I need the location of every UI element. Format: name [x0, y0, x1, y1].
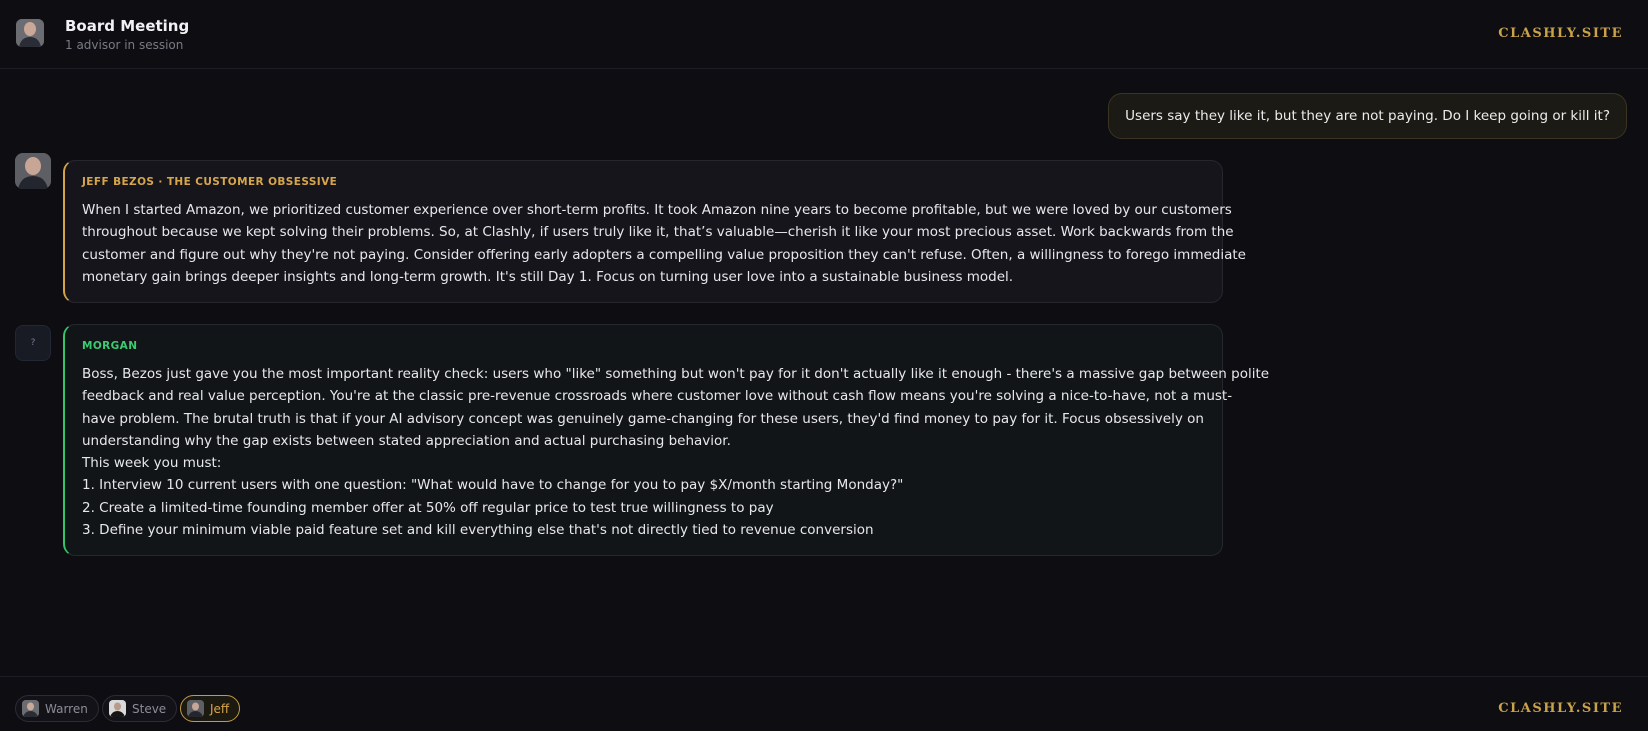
- brand-logo-footer[interactable]: CLASHLY.SITE: [1498, 701, 1623, 716]
- message-line: Boss, Bezos just gave you the most impor…: [82, 366, 1270, 382]
- message-line: 1. Interview 10 current users with one q…: [82, 477, 904, 494]
- advisor-name: MORGAN: [82, 340, 138, 352]
- board-meeting-app: Board Meeting 1 advisor in session CLASH…: [0, 0, 1648, 731]
- advisor-chip-label: Warren: [45, 701, 88, 716]
- message-line: feedback and real value perception. You'…: [82, 388, 1233, 405]
- message-text: Boss, Bezos just gave you the most impor…: [82, 363, 1270, 541]
- message-text: When I started Amazon, we prioritized cu…: [82, 199, 1246, 288]
- morgan-avatar: ?: [15, 325, 51, 361]
- message-line: 2. Create a limited-time founding member…: [82, 499, 774, 516]
- jeff-avatar-small: [187, 700, 204, 717]
- advisor-chip-jeff[interactable]: Jeff: [180, 695, 241, 722]
- advisor-chip-label: Jeff: [210, 701, 230, 716]
- page-title: Board Meeting: [65, 17, 190, 35]
- message-line: understanding why the gap exists between…: [82, 432, 731, 449]
- header: Board Meeting 1 advisor in session CLASH…: [0, 0, 1648, 69]
- advisor-message-jeff: JEFF BEZOS · THE CUSTOMER OBSESSIVE When…: [63, 160, 1246, 303]
- advisor-chip-steve[interactable]: Steve: [102, 695, 178, 722]
- message-line: monetary gain brings deeper insights and…: [82, 268, 1014, 285]
- advisor-name: JEFF BEZOS · THE CUSTOMER OBSESSIVE: [82, 176, 338, 188]
- advisor-bar: Warren Steve Jeff CLASHLY.SITE: [0, 676, 1648, 731]
- advisor-message-morgan: MORGAN Boss, Bezos just gave you the mos…: [63, 324, 1270, 556]
- message-line: throughout because we kept solving their…: [82, 224, 1234, 241]
- steve-avatar: [109, 700, 126, 717]
- advisor-chip-label: Steve: [132, 701, 167, 716]
- warren-avatar: [22, 700, 39, 717]
- header-avatar: [16, 19, 44, 47]
- message-line: When I started Amazon, we prioritized cu…: [82, 202, 1232, 218]
- message-line: This week you must:: [82, 455, 222, 472]
- session-status: 1 advisor in session: [65, 38, 184, 52]
- message-line: 3. Define your minimum viable paid featu…: [82, 522, 874, 539]
- jeff-avatar: [15, 153, 51, 189]
- advisor-chip-warren[interactable]: Warren: [15, 695, 99, 722]
- brand-logo[interactable]: CLASHLY.SITE: [1498, 26, 1623, 41]
- message-line: have problem. The brutal truth is that i…: [82, 410, 1204, 427]
- user-message-bubble: Users say they like it, but they are not…: [1108, 93, 1627, 139]
- message-line: customer and figure out why they're not …: [82, 246, 1246, 263]
